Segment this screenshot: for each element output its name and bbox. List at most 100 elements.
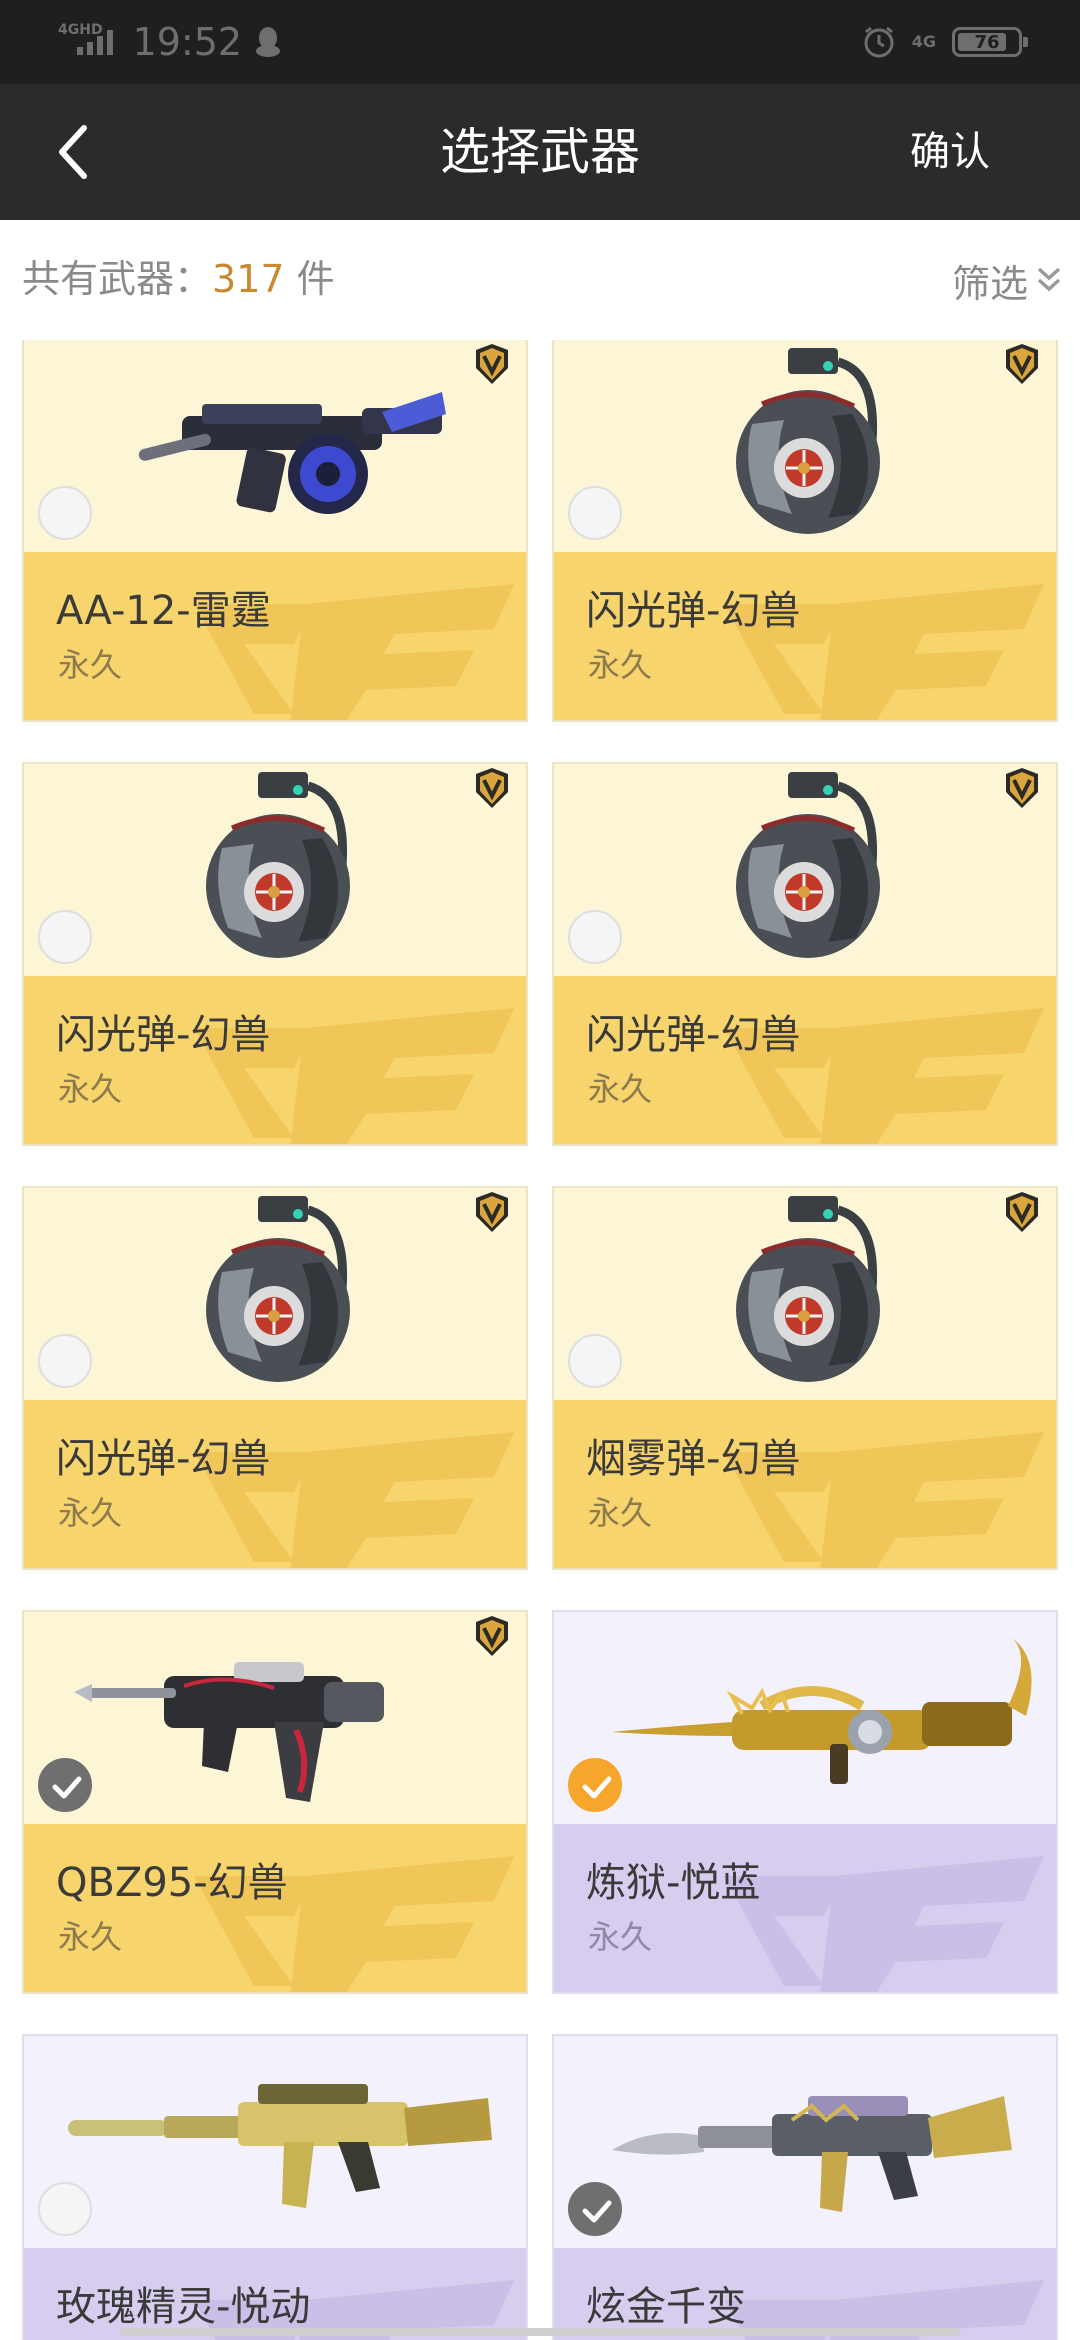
weapon-duration: 永久 — [58, 2336, 122, 2340]
weapon-duration: 永久 — [58, 1918, 123, 1956]
checkmark-icon — [582, 1776, 612, 1799]
weapon-name: 闪光弹-幻兽 — [586, 588, 801, 634]
qq-penguin-icon — [256, 27, 281, 57]
select-checkbox[interactable] — [568, 1334, 622, 1388]
weapon-info: 闪光弹-幻兽永久 — [24, 976, 526, 1144]
vip-badge-icon — [476, 1616, 508, 1656]
home-indicator — [120, 2328, 960, 2336]
vip-badge-icon — [1006, 1192, 1038, 1232]
weapon-duration: 永久 — [588, 646, 653, 684]
battery-icon: 76 — [952, 27, 1028, 57]
weapon-duration: 永久 — [588, 1918, 653, 1956]
weapon-image-area — [554, 340, 1056, 552]
weapon-name: 炫金千变 — [586, 2284, 746, 2330]
select-checkbox[interactable] — [568, 486, 622, 540]
weapon-info: 闪光弹-幻兽永久 — [554, 976, 1056, 1144]
weapon-duration: 永久 — [58, 646, 123, 684]
weapon-card[interactable]: 闪光弹-幻兽永久 — [22, 762, 528, 1146]
weapon-count-number: 317 — [212, 257, 285, 301]
network-4g-label: 4G — [911, 32, 936, 51]
weapon-image-area — [554, 2036, 1056, 2248]
weapon-image — [68, 2084, 492, 2208]
select-checkbox[interactable] — [568, 1758, 622, 1812]
summary-bar: 共有武器：317 件 筛选 — [0, 220, 1080, 340]
weapon-image-area — [24, 2036, 526, 2248]
weapon-name: 闪光弹-幻兽 — [586, 1012, 801, 1058]
nav-bar: 选择武器 确认 — [0, 84, 1080, 220]
select-checkbox[interactable] — [38, 486, 92, 540]
back-button[interactable] — [40, 118, 108, 186]
weapon-duration: 永久 — [588, 2336, 652, 2340]
chevron-left-icon — [59, 125, 87, 179]
weapon-info: 玫瑰精灵-悦动永久 — [24, 2248, 526, 2340]
weapon-name: AA-12-雷霆 — [56, 588, 271, 634]
weapon-image-area — [24, 1612, 526, 1824]
vip-badge-icon — [476, 344, 508, 384]
battery-level: 76 — [974, 31, 1000, 53]
weapon-duration: 永久 — [588, 1070, 653, 1108]
weapon-name: 闪光弹-幻兽 — [56, 1436, 271, 1482]
select-checkbox[interactable] — [38, 1758, 92, 1812]
weapon-card[interactable]: AA-12-雷霆永久 — [22, 340, 528, 722]
vip-badge-icon — [476, 768, 508, 808]
weapon-name: 烟雾弹-幻兽 — [586, 1436, 801, 1482]
weapon-info: AA-12-雷霆永久 — [24, 552, 526, 720]
filter-button[interactable]: 筛选 — [952, 250, 1062, 310]
weapon-name: QBZ95-幻兽 — [56, 1860, 288, 1906]
vip-badge-icon — [1006, 768, 1038, 808]
weapon-info: QBZ95-幻兽永久 — [24, 1824, 526, 1992]
weapon-info: 炼狱-悦蓝永久 — [554, 1824, 1056, 1992]
alarm-clock-icon — [864, 26, 894, 58]
checkmark-icon — [582, 2200, 612, 2223]
weapon-image — [74, 1662, 384, 1802]
cf-watermark-icon — [724, 1856, 1044, 1992]
vip-badge-icon — [476, 1192, 508, 1232]
status-time: 19:52 — [132, 20, 243, 64]
weapon-image-area — [554, 1612, 1056, 1824]
weapon-info: 闪光弹-幻兽永久 — [24, 1400, 526, 1568]
weapon-card[interactable]: 炼狱-悦蓝永久 — [552, 1610, 1058, 1994]
weapon-image — [612, 2096, 1012, 2212]
weapon-grid: AA-12-雷霆 永久 闪光弹-幻兽 永久 闪光弹-幻兽 永久 闪光弹-幻兽 永久 闪光弹-幻兽… — [0, 340, 1080, 2340]
weapon-card[interactable]: 炫金千变永久 — [552, 2034, 1058, 2340]
select-checkbox[interactable] — [568, 910, 622, 964]
weapon-image — [736, 772, 880, 958]
weapon-card[interactable]: QBZ95-幻兽永久 — [22, 1610, 528, 1994]
select-checkbox[interactable] — [38, 910, 92, 964]
status-bar-left: 4GHD 19:52 — [58, 18, 282, 66]
weapon-image-area — [24, 764, 526, 976]
weapon-image-area — [554, 764, 1056, 976]
weapon-image-area — [24, 340, 526, 552]
weapon-info: 闪光弹-幻兽永久 — [554, 552, 1056, 720]
weapon-count: 共有武器：317 件 — [22, 220, 335, 340]
status-bar: 4GHD 19:52 4G 76 — [0, 0, 1080, 84]
weapon-duration: 永久 — [588, 1494, 653, 1532]
weapon-image — [206, 772, 350, 958]
weapon-duration: 永久 — [58, 1070, 123, 1108]
confirm-button[interactable]: 确认 — [910, 118, 990, 186]
select-checkbox[interactable] — [568, 2182, 622, 2236]
weapon-image — [206, 1196, 350, 1382]
weapon-card[interactable]: 烟雾弹-幻兽永久 — [552, 1186, 1058, 1570]
checkmark-icon — [52, 1776, 82, 1799]
weapon-card[interactable]: 闪光弹-幻兽永久 — [552, 762, 1058, 1146]
weapon-image — [736, 1196, 880, 1382]
weapon-image-area — [554, 1188, 1056, 1400]
weapon-name: 炼狱-悦蓝 — [586, 1860, 761, 1906]
weapon-info: 炫金千变永久 — [554, 2248, 1056, 2340]
weapon-count-suffix: 件 — [284, 257, 335, 301]
weapon-name: 闪光弹-幻兽 — [56, 1012, 271, 1058]
double-chevron-down-icon — [1037, 267, 1061, 292]
select-checkbox[interactable] — [38, 1334, 92, 1388]
status-bar-right: 4G 76 — [862, 22, 1028, 62]
weapon-card[interactable]: 闪光弹-幻兽永久 — [552, 340, 1058, 722]
weapon-image — [138, 392, 446, 514]
weapon-info: 烟雾弹-幻兽永久 — [554, 1400, 1056, 1568]
weapon-card[interactable]: 闪光弹-幻兽永久 — [22, 1186, 528, 1570]
weapon-image-area — [24, 1188, 526, 1400]
network-type-label: 4GHD — [58, 22, 103, 38]
weapon-card[interactable]: 玫瑰精灵-悦动永久 — [22, 2034, 528, 2340]
weapon-count-prefix: 共有武器： — [22, 257, 213, 301]
weapon-duration: 永久 — [58, 1494, 123, 1532]
select-checkbox[interactable] — [38, 2182, 92, 2236]
